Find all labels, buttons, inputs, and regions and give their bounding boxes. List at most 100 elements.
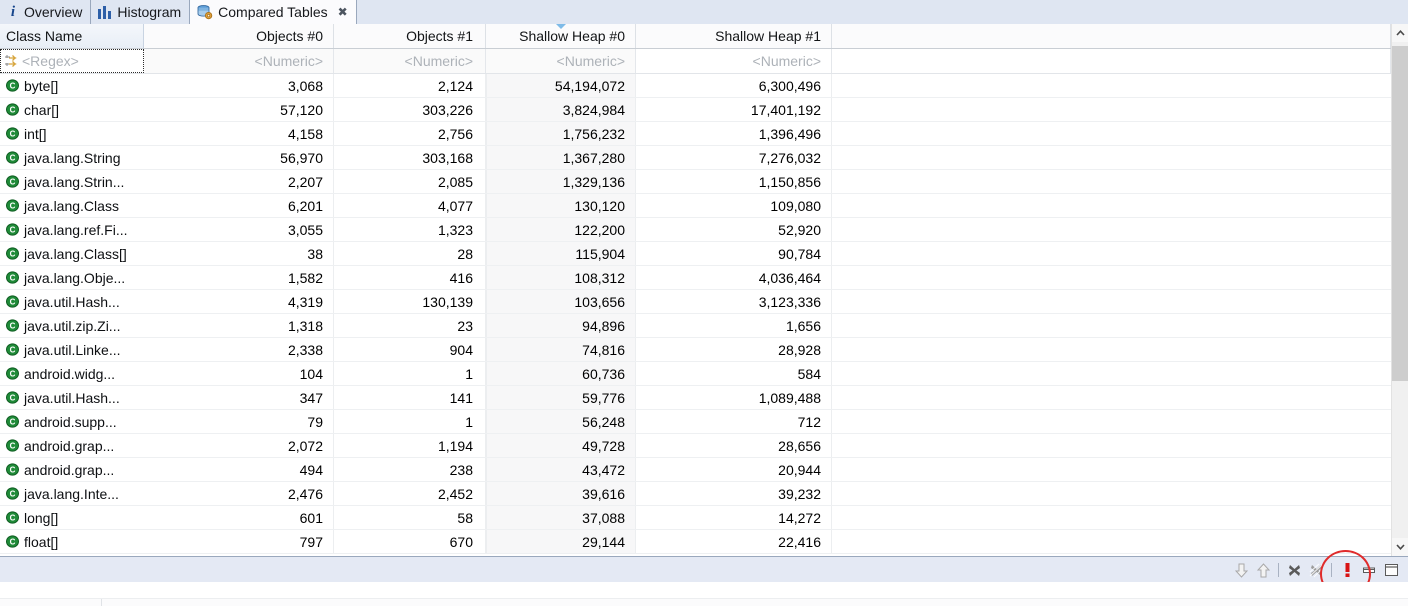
cell-objects-0[interactable]: 601 bbox=[144, 506, 334, 529]
cell-objects-0[interactable]: 347 bbox=[144, 386, 334, 409]
maximize-button[interactable] bbox=[1380, 559, 1402, 581]
delete-all-button[interactable] bbox=[1305, 559, 1327, 581]
tab-compared-tables[interactable]: Compared Tables ✖ bbox=[190, 0, 356, 24]
cell-shallow-heap-0[interactable]: 74,816 bbox=[486, 338, 636, 361]
table-row[interactable]: Cjava.lang.ref.Fi... 3,055 1,323 122,200 52,… bbox=[0, 218, 1391, 242]
cell-objects-1[interactable]: 303,226 bbox=[334, 98, 486, 121]
table-row[interactable]: Cjava.util.Hash... 4,319 130,139 103,656 3,1… bbox=[0, 290, 1391, 314]
cell-objects-1[interactable]: 1,323 bbox=[334, 218, 486, 241]
cell-shallow-heap-1[interactable]: 584 bbox=[636, 362, 832, 385]
cell-objects-0[interactable]: 2,476 bbox=[144, 482, 334, 505]
cell-shallow-heap-0[interactable]: 29,144 bbox=[486, 530, 636, 553]
table-row[interactable]: Cjava.util.zip.Zi... 1,318 23 94,896 1,656 bbox=[0, 314, 1391, 338]
filter-objects-0-input[interactable]: <Numeric> bbox=[144, 49, 334, 73]
cell-class-name[interactable]: Cjava.lang.Inte... bbox=[0, 482, 144, 505]
tab-histogram[interactable]: Histogram bbox=[91, 0, 191, 24]
cell-shallow-heap-1[interactable]: 1,656 bbox=[636, 314, 832, 337]
cell-shallow-heap-1[interactable]: 28,656 bbox=[636, 434, 832, 457]
scrollbar-thumb[interactable] bbox=[1392, 46, 1408, 381]
cell-objects-1[interactable]: 238 bbox=[334, 458, 486, 481]
cell-shallow-heap-0[interactable]: 122,200 bbox=[486, 218, 636, 241]
column-header-shallow-heap-0[interactable]: Shallow Heap #0 bbox=[486, 24, 636, 48]
cell-objects-0[interactable]: 3,055 bbox=[144, 218, 334, 241]
cell-shallow-heap-0[interactable]: 1,756,232 bbox=[486, 122, 636, 145]
cell-objects-0[interactable]: 2,338 bbox=[144, 338, 334, 361]
vertical-scrollbar[interactable] bbox=[1391, 24, 1408, 556]
cell-objects-0[interactable]: 38 bbox=[144, 242, 334, 265]
minimize-button[interactable] bbox=[1358, 559, 1380, 581]
cell-objects-0[interactable]: 3,068 bbox=[144, 74, 334, 97]
column-header-class-name[interactable]: Class Name bbox=[0, 24, 144, 48]
scroll-up-button[interactable] bbox=[1252, 559, 1274, 581]
cell-shallow-heap-1[interactable]: 1,396,496 bbox=[636, 122, 832, 145]
cell-class-name[interactable]: Candroid.grap... bbox=[0, 458, 144, 481]
cell-shallow-heap-1[interactable]: 7,276,032 bbox=[636, 146, 832, 169]
cell-objects-1[interactable]: 23 bbox=[334, 314, 486, 337]
table-row[interactable]: Cjava.lang.Obje... 1,582 416 108,312 4,036,4… bbox=[0, 266, 1391, 290]
cell-objects-1[interactable]: 1 bbox=[334, 362, 486, 385]
cell-objects-0[interactable]: 2,207 bbox=[144, 170, 334, 193]
cell-class-name[interactable]: Cjava.lang.ref.Fi... bbox=[0, 218, 144, 241]
column-header-objects-1[interactable]: Objects #1 bbox=[334, 24, 486, 48]
table-row[interactable]: Cjava.lang.Class 6,201 4,077 130,120 109,080 bbox=[0, 194, 1391, 218]
table-row[interactable]: Cfloat[] 797 670 29,144 22,416 bbox=[0, 530, 1391, 554]
cell-shallow-heap-0[interactable]: 1,329,136 bbox=[486, 170, 636, 193]
filter-objects-1-input[interactable]: <Numeric> bbox=[334, 49, 486, 73]
cell-objects-1[interactable]: 1,194 bbox=[334, 434, 486, 457]
cell-objects-0[interactable]: 1,318 bbox=[144, 314, 334, 337]
cell-shallow-heap-0[interactable]: 37,088 bbox=[486, 506, 636, 529]
cell-shallow-heap-1[interactable]: 90,784 bbox=[636, 242, 832, 265]
table-row[interactable]: Cjava.util.Linke... 2,338 904 74,816 28,928 bbox=[0, 338, 1391, 362]
cell-objects-0[interactable]: 104 bbox=[144, 362, 334, 385]
cell-shallow-heap-0[interactable]: 94,896 bbox=[486, 314, 636, 337]
table-row[interactable]: Candroid.supp... 79 1 56,248 712 bbox=[0, 410, 1391, 434]
cell-class-name[interactable]: Cjava.lang.Obje... bbox=[0, 266, 144, 289]
cell-class-name[interactable]: Candroid.supp... bbox=[0, 410, 144, 433]
cell-shallow-heap-1[interactable]: 28,928 bbox=[636, 338, 832, 361]
cell-objects-1[interactable]: 2,452 bbox=[334, 482, 486, 505]
cell-objects-1[interactable]: 2,124 bbox=[334, 74, 486, 97]
table-row[interactable]: Cjava.lang.String 56,970 303,168 1,367,280 7… bbox=[0, 146, 1391, 170]
cell-shallow-heap-1[interactable]: 20,944 bbox=[636, 458, 832, 481]
cell-class-name[interactable]: Cjava.lang.Class bbox=[0, 194, 144, 217]
delete-button[interactable] bbox=[1283, 559, 1305, 581]
cell-objects-1[interactable]: 416 bbox=[334, 266, 486, 289]
filter-shallow-heap-1-input[interactable]: <Numeric> bbox=[636, 49, 832, 73]
filter-shallow-heap-0-input[interactable]: <Numeric> bbox=[486, 49, 636, 73]
cell-shallow-heap-1[interactable]: 1,089,488 bbox=[636, 386, 832, 409]
cell-objects-1[interactable]: 670 bbox=[334, 530, 486, 553]
cell-objects-0[interactable]: 4,158 bbox=[144, 122, 334, 145]
cell-shallow-heap-1[interactable]: 39,232 bbox=[636, 482, 832, 505]
cell-shallow-heap-1[interactable]: 109,080 bbox=[636, 194, 832, 217]
cell-class-name[interactable]: Cjava.util.Linke... bbox=[0, 338, 144, 361]
cell-shallow-heap-0[interactable]: 54,194,072 bbox=[486, 74, 636, 97]
cell-shallow-heap-1[interactable]: 22,416 bbox=[636, 530, 832, 553]
cell-objects-0[interactable]: 797 bbox=[144, 530, 334, 553]
cell-shallow-heap-0[interactable]: 3,824,984 bbox=[486, 98, 636, 121]
cell-shallow-heap-0[interactable]: 1,367,280 bbox=[486, 146, 636, 169]
cell-objects-1[interactable]: 2,756 bbox=[334, 122, 486, 145]
close-icon[interactable]: ✖ bbox=[338, 6, 348, 18]
cell-class-name[interactable]: Cbyte[] bbox=[0, 74, 144, 97]
cell-shallow-heap-1[interactable]: 6,300,496 bbox=[636, 74, 832, 97]
cell-class-name[interactable]: Clong[] bbox=[0, 506, 144, 529]
filter-class-name-input[interactable]: <Regex> bbox=[0, 49, 144, 73]
cell-class-name[interactable]: Cjava.lang.Class[] bbox=[0, 242, 144, 265]
table-row[interactable]: Candroid.grap... 2,072 1,194 49,728 28,656 bbox=[0, 434, 1391, 458]
cell-objects-1[interactable]: 4,077 bbox=[334, 194, 486, 217]
table-row[interactable]: Cint[] 4,158 2,756 1,756,232 1,396,496 bbox=[0, 122, 1391, 146]
cell-shallow-heap-0[interactable]: 43,472 bbox=[486, 458, 636, 481]
scrollbar-up-button[interactable] bbox=[1392, 24, 1408, 42]
tab-overview[interactable]: i Overview bbox=[0, 0, 92, 24]
cell-objects-1[interactable]: 58 bbox=[334, 506, 486, 529]
cell-objects-0[interactable]: 79 bbox=[144, 410, 334, 433]
cell-shallow-heap-0[interactable]: 60,736 bbox=[486, 362, 636, 385]
cell-shallow-heap-0[interactable]: 103,656 bbox=[486, 290, 636, 313]
cell-shallow-heap-1[interactable]: 17,401,192 bbox=[636, 98, 832, 121]
cell-objects-1[interactable]: 130,139 bbox=[334, 290, 486, 313]
cell-class-name[interactable]: Candroid.grap... bbox=[0, 434, 144, 457]
cell-class-name[interactable]: Cjava.util.zip.Zi... bbox=[0, 314, 144, 337]
cell-shallow-heap-1[interactable]: 14,272 bbox=[636, 506, 832, 529]
table-row[interactable]: Cjava.lang.Inte... 2,476 2,452 39,616 39,232 bbox=[0, 482, 1391, 506]
column-header-shallow-heap-1[interactable]: Shallow Heap #1 bbox=[636, 24, 832, 48]
